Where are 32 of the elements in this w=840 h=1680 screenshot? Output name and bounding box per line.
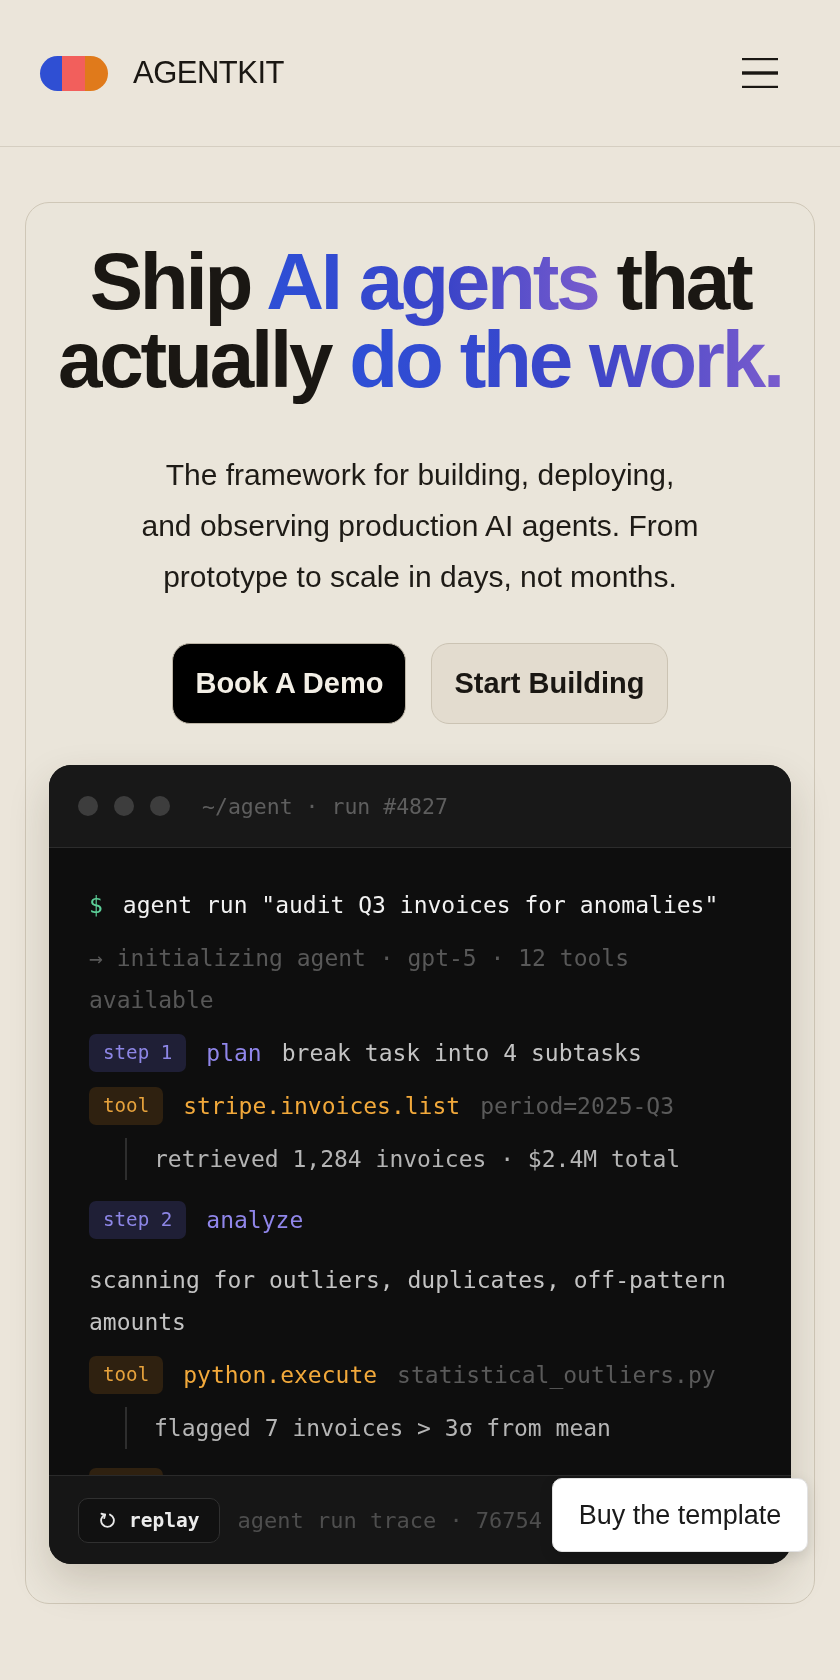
status-message: → initializing agent · gpt-5 · 12 tools available	[89, 944, 631, 1015]
step-detail: scanning for outliers, duplicates, off-pattern amounts	[89, 1266, 727, 1337]
replay-button[interactable]: replay	[78, 1497, 221, 1543]
hero-subtitle: The framework for building, deploying, and observing production AI agents. From prototype to scale in days, not months.	[140, 457, 700, 595]
prompt-symbol: $	[89, 891, 103, 920]
tool-output: retrieved 1,284 invoices · $2.4M total	[125, 1138, 749, 1180]
step-action: analyze	[206, 1206, 304, 1235]
step-badge: step 2	[89, 1201, 187, 1239]
window-dot-icon	[114, 796, 134, 816]
step-detail: break task into 4 subtasks	[281, 1039, 642, 1068]
step-badge: step 1	[89, 1034, 187, 1072]
tool-output: flagged 7 invoices > 3σ from mean	[125, 1407, 749, 1449]
tool-args: statistical_outliers.py	[397, 1361, 716, 1391]
logo-icon[interactable]	[40, 55, 108, 91]
book-demo-button[interactable]: Book A Demo	[172, 643, 407, 724]
step-action: plan	[206, 1039, 262, 1068]
command-text: agent run "audit Q3 invoices for anomalies"	[122, 891, 719, 920]
start-building-button[interactable]: Start Building	[431, 643, 668, 724]
tool-badge: tool	[89, 1356, 164, 1394]
tool-badge: tool	[89, 1087, 164, 1125]
tool-args: period=2025-Q3	[480, 1092, 675, 1121]
brand-name[interactable]: AGENTKIT	[133, 55, 284, 91]
window-dot-icon	[78, 796, 98, 816]
buy-template-button[interactable]: Buy the template	[552, 1478, 808, 1552]
terminal-title: ~/agent · run #4827	[202, 793, 448, 819]
tool-name: stripe.invoices.list	[183, 1092, 461, 1121]
tool-name: python.execute	[183, 1361, 378, 1390]
refresh-icon	[99, 1511, 116, 1529]
menu-icon[interactable]	[742, 58, 778, 88]
trace-label: agent run trace · 76754	[237, 1507, 543, 1533]
hero-headline: Ship AI agents that actually do the work.	[56, 237, 784, 406]
window-dot-icon	[150, 796, 170, 816]
